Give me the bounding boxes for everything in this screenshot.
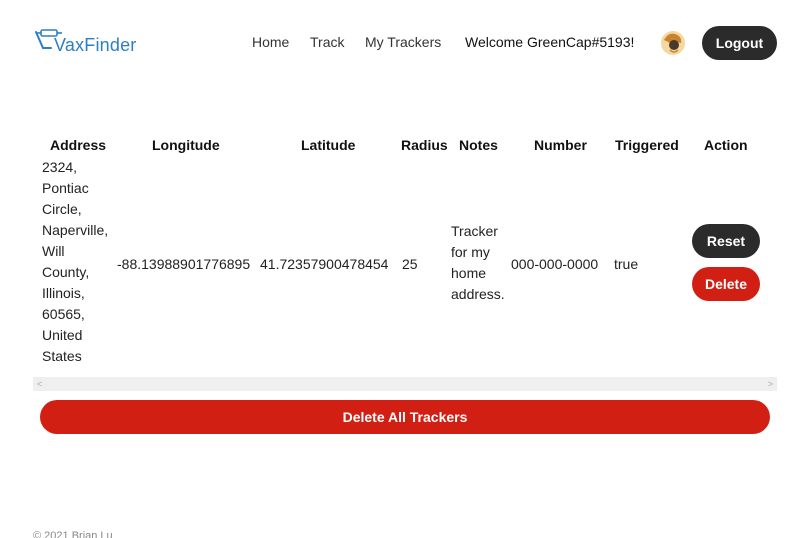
notes-line: address. <box>451 286 505 302</box>
logo-text: VaxFinder <box>54 35 137 55</box>
notes-line: home <box>451 265 487 281</box>
horizontal-scrollbar[interactable]: < > <box>33 377 777 391</box>
address-line: United <box>42 327 83 343</box>
address-line: Naperville, <box>42 222 109 238</box>
column-header-longitude: Longitude <box>152 137 220 153</box>
address-line: 60565, <box>42 306 85 322</box>
cell-address: 2324, Pontiac Circle, Naperville, Will C… <box>42 157 108 367</box>
notes-line: Tracker <box>451 223 498 239</box>
column-header-address: Address <box>50 137 107 153</box>
address-line: Circle, <box>42 201 82 217</box>
address-line: Pontiac <box>42 180 89 196</box>
footer-copyright: © 2021 Brian Lu <box>33 530 113 538</box>
nav-my-trackers[interactable]: My Trackers <box>365 34 441 50</box>
address-line: 2324, <box>42 159 78 175</box>
cell-radius: 25 <box>402 256 418 272</box>
address-line: Illinois, <box>42 285 85 301</box>
column-header-radius: Radius <box>401 137 448 153</box>
address-line: Will <box>42 243 65 259</box>
nav-track[interactable]: Track <box>310 34 344 50</box>
scroll-left-arrow-icon[interactable]: < <box>37 377 42 391</box>
address-line: County, <box>42 264 90 280</box>
delete-button[interactable]: Delete <box>692 267 760 301</box>
cell-number: 000-000-0000 <box>511 256 599 272</box>
column-header-triggered: Triggered <box>615 137 679 153</box>
column-header-action: Action <box>704 137 748 153</box>
cell-latitude: 41.72357900478454 <box>260 256 389 272</box>
address-line: States <box>42 348 82 364</box>
welcome-message: Welcome GreenCap#5193! <box>465 34 635 50</box>
delete-all-trackers-button[interactable]: Delete All Trackers <box>40 400 770 434</box>
reset-button[interactable]: Reset <box>692 224 760 258</box>
column-header-latitude: Latitude <box>301 137 356 153</box>
column-header-number: Number <box>534 137 587 153</box>
cell-triggered: true <box>614 256 639 272</box>
cell-notes: Tracker for my home address. <box>451 221 505 305</box>
syringe-icon <box>35 29 62 49</box>
cell-longitude: -88.13988901776895 <box>117 256 251 272</box>
nav-home[interactable]: Home <box>252 34 289 50</box>
logout-button[interactable]: Logout <box>702 26 777 60</box>
scroll-right-arrow-icon[interactable]: > <box>768 377 773 391</box>
column-header-notes: Notes <box>459 137 498 153</box>
app-logo[interactable]: VaxFinder <box>33 28 137 54</box>
notes-line: for my <box>451 244 490 260</box>
avatar[interactable] <box>660 30 686 56</box>
